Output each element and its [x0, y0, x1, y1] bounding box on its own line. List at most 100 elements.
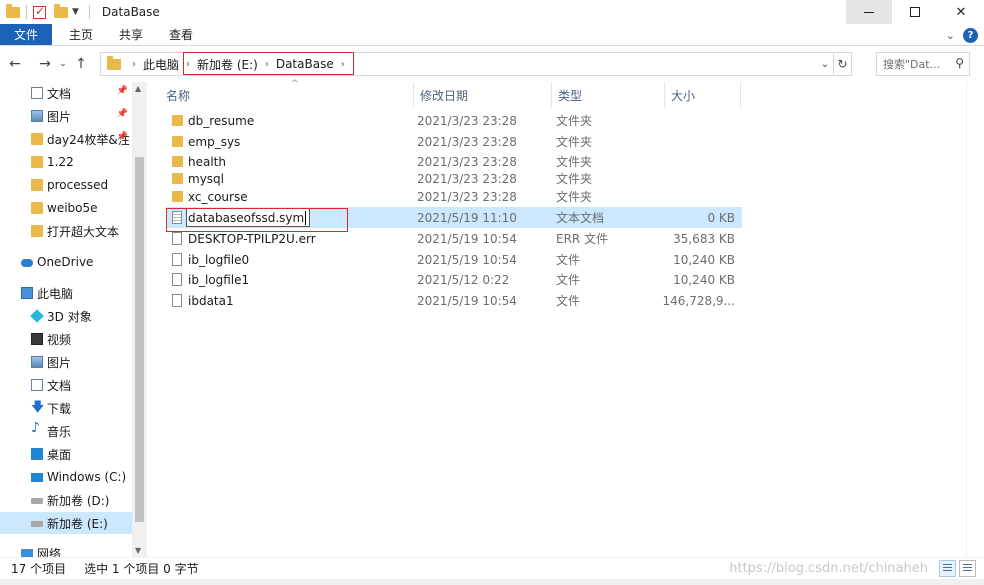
file-type: 文件夹: [556, 114, 593, 128]
properties-icon[interactable]: [33, 4, 46, 19]
address-bar[interactable]: › 此电脑 › 新加卷 (E:) › DataBase › ⌄ ↻: [100, 52, 852, 76]
file-date: 2021/5/19 11:10: [417, 210, 517, 225]
column-header-date[interactable]: 修改日期: [414, 82, 552, 108]
breadcrumb-this-pc[interactable]: 此电脑: [139, 56, 183, 73]
drive-icon: [31, 498, 43, 504]
folder-icon: [172, 173, 183, 184]
scroll-up-icon[interactable]: ▲: [135, 84, 141, 93]
close-icon: ✕: [955, 4, 967, 20]
table-row[interactable]: db_resume 2021/3/23 23:28 文件夹: [166, 110, 742, 131]
file-type: 文件夹: [556, 135, 593, 149]
sidebar-item-1-22[interactable]: 1.22: [0, 151, 132, 173]
file-icon: [172, 273, 182, 286]
network-icon: [21, 549, 33, 557]
large-icons-view-button[interactable]: [959, 560, 976, 577]
pin-icon: 📌: [116, 109, 128, 119]
3d-objects-icon: [30, 309, 44, 323]
refresh-icon[interactable]: ↻: [833, 53, 851, 75]
file-date: 2021/5/19 10:54: [417, 293, 517, 308]
navigation-pane: 文档 📌 图片 📌 day24枚举&注 📌 1.22 processed weibo5…: [0, 82, 147, 557]
back-button[interactable]: ←: [4, 53, 26, 75]
window-bottom-edge: [0, 579, 984, 585]
column-header-type[interactable]: 类型: [552, 82, 665, 108]
quick-access-toolbar: ▼: [0, 0, 96, 24]
sidebar-item-documents-pc[interactable]: 文档: [0, 374, 132, 396]
file-list-scrollbar[interactable]: [966, 82, 984, 557]
up-button[interactable]: ↑: [70, 53, 92, 75]
tab-view[interactable]: 查看: [156, 24, 206, 45]
table-row[interactable]: ib_logfile1 2021/5/12 0:22 文件 10,240 KB: [166, 269, 742, 290]
sidebar-item-label: 文档: [47, 378, 72, 393]
chevron-right-icon[interactable]: ›: [129, 59, 139, 70]
sidebar-item-downloads[interactable]: 🡇 下载: [0, 397, 132, 419]
sidebar-item-drive-d[interactable]: 新加卷 (D:): [0, 489, 132, 511]
file-icon: [172, 253, 182, 266]
file-size: 0 KB: [707, 210, 735, 225]
sidebar-item-day24[interactable]: day24枚举&注 📌: [0, 128, 132, 150]
file-name: db_resume: [188, 113, 255, 128]
table-row[interactable]: emp_sys 2021/3/23 23:28 文件夹: [166, 131, 742, 152]
close-button[interactable]: ✕: [938, 0, 984, 24]
sidebar-scroll-thumb[interactable]: [135, 157, 144, 522]
table-row[interactable]: ibdata1 2021/5/19 10:54 文件 146,728,9...: [166, 290, 742, 311]
video-icon: [31, 333, 43, 345]
folder-icon: [31, 179, 43, 191]
search-box[interactable]: 搜索"Dat... ⚲: [876, 52, 970, 76]
maximize-button[interactable]: [892, 0, 938, 24]
scroll-down-icon[interactable]: ▼: [135, 546, 141, 555]
folder-icon: [31, 225, 43, 237]
forward-button[interactable]: →: [34, 53, 56, 75]
windows-drive-icon: [31, 473, 43, 482]
file-date: 2021/3/23 23:28: [417, 113, 517, 128]
file-type: ERR 文件: [556, 232, 609, 246]
sidebar-item-drive-c[interactable]: Windows (C:): [0, 466, 132, 488]
table-row[interactable]: xc_course 2021/3/23 23:28 文件夹: [166, 186, 742, 207]
sidebar-item-network[interactable]: 网络: [0, 542, 132, 557]
sidebar-item-desktop[interactable]: 桌面: [0, 443, 132, 465]
sidebar-item-documents[interactable]: 文档 📌: [0, 82, 132, 104]
sidebar-item-pictures[interactable]: 图片 📌: [0, 105, 132, 127]
sidebar-item-processed[interactable]: processed: [0, 174, 132, 196]
sidebar-item-weibo5e[interactable]: weibo5e: [0, 197, 132, 219]
folder-icon: [31, 202, 43, 214]
download-icon: 🡇: [31, 400, 45, 415]
ribbon-tabs: 文件 主页 共享 查看 ⌄ ?: [0, 24, 984, 46]
folder-icon[interactable]: [6, 3, 20, 18]
search-input[interactable]: 搜索"Dat...: [883, 56, 940, 72]
sidebar-item-music[interactable]: ♪ 音乐: [0, 420, 132, 442]
column-header-name[interactable]: 名称 ^: [160, 79, 414, 108]
arrow-up-icon: ↑: [75, 56, 87, 72]
tab-file[interactable]: 文件: [0, 24, 53, 45]
sidebar-item-label: 视频: [47, 332, 72, 347]
new-folder-icon[interactable]: [54, 3, 68, 18]
sidebar-item-this-pc[interactable]: 此电脑: [0, 282, 132, 304]
sidebar-item-3d-objects[interactable]: 3D 对象: [0, 305, 132, 327]
tab-share[interactable]: 共享: [106, 24, 156, 45]
address-history-chevron-icon[interactable]: ⌄: [817, 59, 833, 70]
sidebar-item-drive-e[interactable]: 新加卷 (E:): [0, 512, 132, 534]
document-icon: [31, 87, 43, 99]
file-date: 2021/5/19 10:54: [417, 231, 517, 246]
expand-ribbon-chevron-icon[interactable]: ⌄: [946, 29, 955, 42]
arrow-right-icon: →: [39, 56, 51, 72]
recent-locations-button[interactable]: ⌄: [56, 53, 70, 75]
table-row[interactable]: ib_logfile0 2021/5/19 10:54 文件 10,240 KB: [166, 249, 742, 270]
sidebar-item-onedrive[interactable]: OneDrive: [0, 251, 132, 273]
sidebar-item-large-text[interactable]: 打开超大文本: [0, 220, 132, 242]
minimize-button[interactable]: [846, 0, 892, 24]
column-header-size[interactable]: 大小: [665, 82, 741, 108]
help-icon[interactable]: ?: [963, 27, 978, 43]
tab-home[interactable]: 主页: [56, 24, 106, 45]
sidebar-scrollbar[interactable]: ▲ ▼: [132, 82, 147, 557]
item-count: 17 个项目: [11, 562, 67, 576]
music-icon: ♪: [31, 420, 40, 436]
sidebar-item-videos[interactable]: 视频: [0, 328, 132, 350]
status-bar: 17 个项目 选中 1 个项目 0 字节 https://blog.csdn.n…: [0, 557, 984, 579]
customize-toolbar-chevron-icon[interactable]: ▼: [72, 7, 79, 17]
pin-icon: 📌: [116, 132, 128, 142]
sidebar-item-label: 打开超大文本: [47, 224, 120, 239]
search-icon[interactable]: ⚲: [955, 56, 964, 70]
details-view-button[interactable]: [939, 560, 956, 577]
sidebar-item-pictures-pc[interactable]: 图片: [0, 351, 132, 373]
file-name: xc_course: [188, 189, 248, 204]
